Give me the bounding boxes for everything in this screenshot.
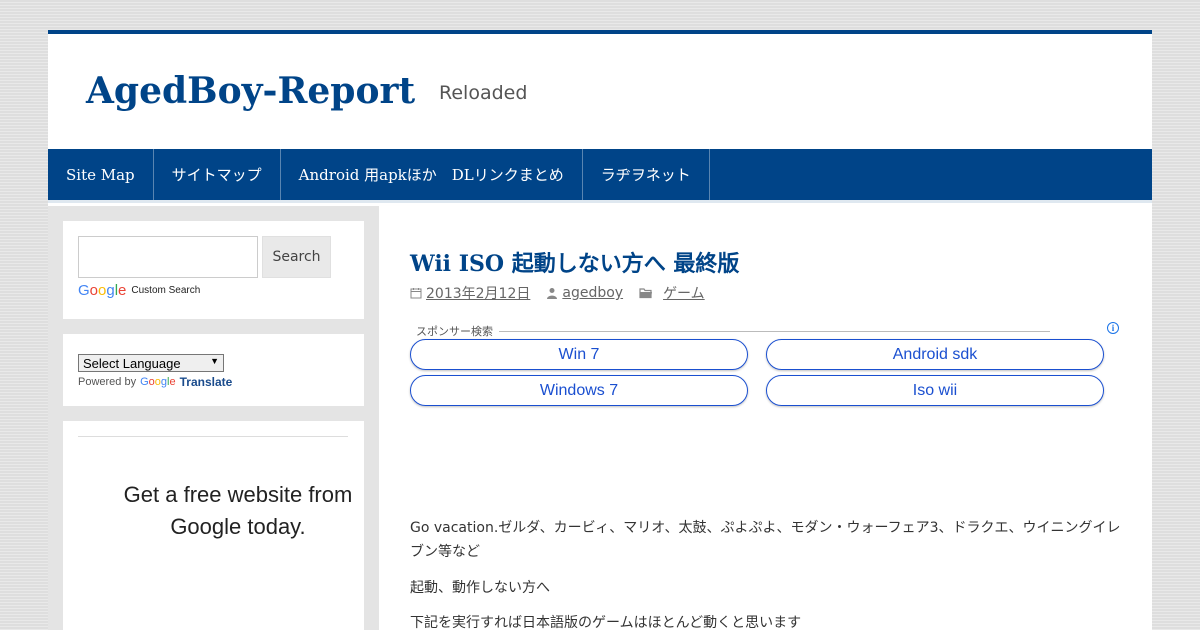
sidebar-ad-widget[interactable]: Get a free website from Google today. — [63, 421, 364, 630]
main-content: Wii ISO 起動しない方へ 最終版 2013年2月12日 agedboy ゲ… — [379, 206, 1152, 630]
sponsor-label: スポンサー検索 — [416, 325, 493, 338]
ad-link-iso-wii[interactable]: Iso wii — [766, 375, 1104, 406]
google-logo: Google — [78, 282, 127, 299]
translate-widget: Select Language ▼ Powered by Google Tran… — [63, 334, 364, 406]
google-logo: Google — [140, 376, 176, 388]
language-select[interactable]: Select Language ▼ — [78, 354, 224, 372]
powered-by-google-translate: Powered by Google Translate — [78, 375, 232, 389]
ad-text[interactable]: Get a free website from Google today. — [98, 479, 364, 543]
ad-link-win7[interactable]: Win 7 — [410, 339, 748, 370]
post-paragraph: 下記を実行すれば日本語版のゲームはほとんど動くと思います — [410, 615, 802, 630]
site-description: Reloaded — [439, 82, 528, 104]
nav-item-android-apk[interactable]: Android 用apkほか DLリンクまとめ — [281, 149, 583, 200]
powered-by-label: Powered by — [78, 376, 137, 388]
ad-text-line2: Google today. — [170, 514, 306, 539]
folder-icon — [639, 287, 653, 299]
site-header: AgedBoy-Report Reloaded — [48, 34, 1152, 149]
sidebar: Search Google Custom Search Select Langu… — [48, 206, 379, 630]
sponsor-divider — [499, 330, 1050, 332]
calendar-icon — [410, 287, 422, 299]
search-input[interactable] — [78, 236, 258, 278]
ad-text-line1: Get a free website from — [123, 482, 353, 507]
main-navigation: Site Map サイトマップ Android 用apkほか DLリンクまとめ … — [48, 149, 1152, 203]
post-author-link[interactable]: agedboy — [562, 285, 623, 301]
language-select-value: Select Language — [83, 355, 181, 371]
site-title[interactable]: AgedBoy-Report — [86, 70, 415, 112]
post-date-link[interactable]: 2013年2月12日 — [426, 283, 530, 303]
ad-link-android-sdk[interactable]: Android sdk — [766, 339, 1104, 370]
ad-divider — [78, 436, 348, 437]
nav-item-sitemap-jp[interactable]: サイトマップ — [154, 149, 281, 200]
sponsor-search-header: スポンサー検索 — [416, 323, 1050, 339]
user-icon — [546, 287, 558, 299]
post-title[interactable]: Wii ISO 起動しない方へ 最終版 — [410, 246, 739, 278]
post-paragraph: Go vacation.ゼルダ、カービィ、マリオ、太鼓、ぷよぷよ、モダン・ウォー… — [410, 520, 1121, 560]
search-widget: Search Google Custom Search — [63, 221, 364, 319]
custom-search-label: Custom Search — [131, 285, 201, 296]
nav-item-radio-net[interactable]: ラヂヲネット — [583, 149, 710, 200]
ad-info-icon[interactable]: i — [1107, 322, 1119, 334]
google-custom-search-branding: Google Custom Search — [78, 282, 200, 299]
post-category-link[interactable]: ゲーム — [663, 283, 705, 303]
search-button[interactable]: Search — [262, 236, 331, 278]
post-meta: 2013年2月12日 agedboy ゲーム — [410, 283, 705, 303]
page-wrapper: AgedBoy-Report Reloaded Site Map サイトマップ … — [48, 30, 1152, 630]
translate-link[interactable]: Translate — [180, 375, 233, 389]
post-paragraph: 起動、動作しない方へ — [410, 580, 550, 596]
ad-link-windows7[interactable]: Windows 7 — [410, 375, 748, 406]
dropdown-arrow-icon: ▼ — [210, 356, 219, 366]
nav-item-site-map[interactable]: Site Map — [48, 149, 154, 200]
